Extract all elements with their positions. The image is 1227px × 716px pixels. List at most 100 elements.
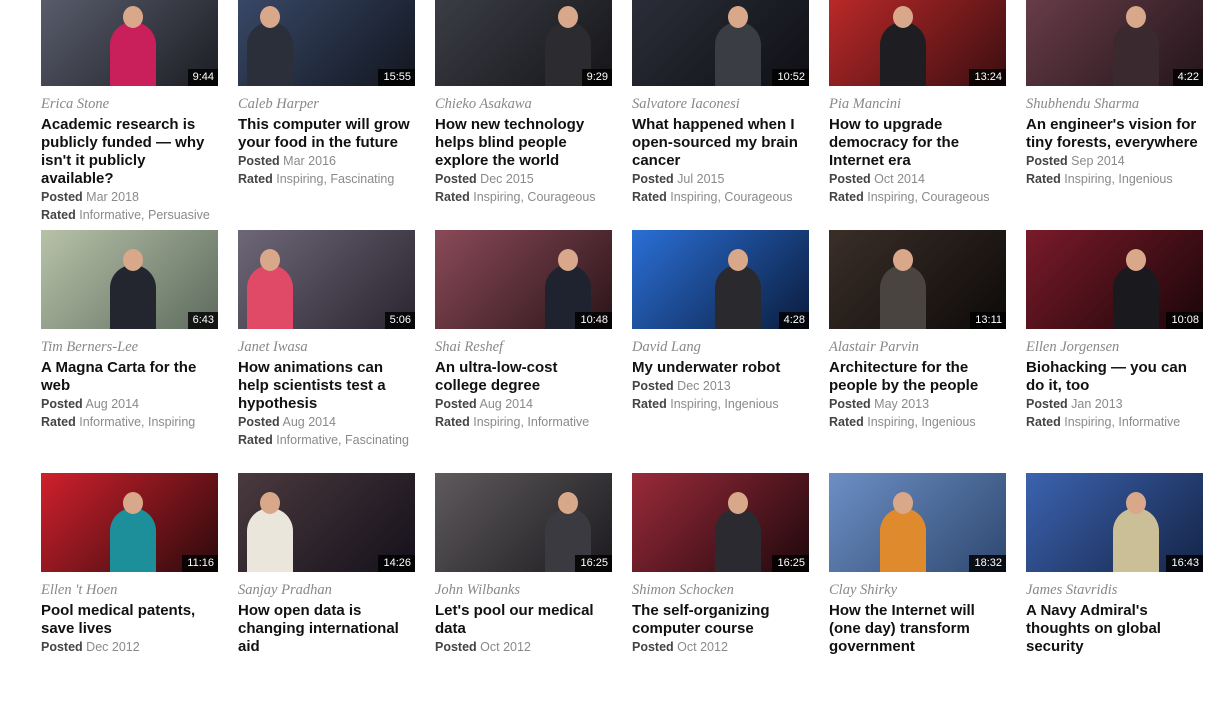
talk-title-link[interactable]: How animations can help scientists test … (238, 359, 415, 413)
speaker-head (259, 6, 280, 28)
rated-label: Rated (238, 172, 273, 186)
speaker-name[interactable]: James Stavridis (1026, 582, 1203, 599)
talk-thumbnail[interactable]: 14:26 (238, 473, 415, 572)
posted-date: Dec 2012 (86, 640, 140, 654)
rated-row: Rated Inspiring, Courageous (632, 188, 809, 206)
talk-thumbnail[interactable]: 6:43 (41, 230, 218, 329)
speaker-name[interactable]: John Wilbanks (435, 582, 612, 599)
speaker-name[interactable]: Pia Mancini (829, 96, 1006, 113)
talk-thumbnail[interactable]: 13:11 (829, 230, 1006, 329)
speaker-head (259, 249, 280, 271)
talk-card: 10:52 Salvatore Iaconesi What happened w… (632, 0, 809, 230)
speaker-name[interactable]: Chieko Asakawa (435, 96, 612, 113)
talk-title-link[interactable]: How new technology helps blind people ex… (435, 116, 612, 170)
posted-row: Posted Aug 2014 (435, 395, 612, 413)
rated-row: Rated Inspiring, Ingenious (632, 395, 809, 413)
posted-date: Dec 2015 (480, 172, 534, 186)
talk-thumbnail[interactable]: 10:08 (1026, 230, 1203, 329)
talk-thumbnail[interactable]: 10:48 (435, 230, 612, 329)
talk-card: 13:11 Alastair Parvin Architecture for t… (829, 230, 1006, 473)
posted-row: Posted Mar 2016 (238, 152, 415, 170)
rated-label: Rated (632, 190, 667, 204)
posted-date: Jul 2015 (677, 172, 725, 186)
duration-badge: 13:11 (970, 312, 1006, 329)
talk-thumbnail[interactable]: 11:16 (41, 473, 218, 572)
speaker-head (123, 249, 144, 271)
speaker-name[interactable]: Caleb Harper (238, 96, 415, 113)
rated-label: Rated (41, 208, 76, 222)
talk-title-link[interactable]: Architecture for the people by the peopl… (829, 359, 1006, 395)
talk-card: 16:43 James Stavridis A Navy Admiral's t… (1026, 473, 1203, 716)
talk-title-link[interactable]: A Magna Carta for the web (41, 359, 218, 395)
talk-title-link[interactable]: Biohacking — you can do it, too (1026, 359, 1203, 395)
speaker-name[interactable]: Shubhendu Sharma (1026, 96, 1203, 113)
rated-row: Rated Inspiring, Fascinating (238, 170, 415, 188)
posted-row: Posted Oct 2014 (829, 170, 1006, 188)
talk-thumbnail[interactable]: 4:22 (1026, 0, 1203, 86)
speaker-name[interactable]: Alastair Parvin (829, 339, 1006, 356)
talk-thumbnail[interactable]: 16:43 (1026, 473, 1203, 572)
talk-thumbnail[interactable]: 13:24 (829, 0, 1006, 86)
speaker-head (1125, 249, 1146, 271)
speaker-name[interactable]: Shimon Schocken (632, 582, 809, 599)
talk-thumbnail[interactable]: 9:29 (435, 0, 612, 86)
posted-label: Posted (435, 397, 477, 411)
talk-thumbnail[interactable]: 18:32 (829, 473, 1006, 572)
posted-row: Posted Aug 2014 (238, 413, 415, 431)
speaker-name[interactable]: Clay Shirky (829, 582, 1006, 599)
talk-title-link[interactable]: An engineer's vision for tiny forests, e… (1026, 116, 1203, 152)
talk-card: 15:55 Caleb Harper This computer will gr… (238, 0, 415, 230)
posted-label: Posted (238, 415, 280, 429)
talk-title-link[interactable]: How to upgrade democracy for the Interne… (829, 116, 1006, 170)
talk-title-link[interactable]: My underwater robot (632, 359, 809, 377)
rated-values: Inspiring, Courageous (670, 190, 793, 204)
speaker-name[interactable]: Tim Berners-Lee (41, 339, 218, 356)
talk-thumbnail[interactable]: 5:06 (238, 230, 415, 329)
talk-thumbnail[interactable]: 10:52 (632, 0, 809, 86)
speaker-figure (880, 508, 927, 572)
talk-thumbnail[interactable]: 9:44 (41, 0, 218, 86)
talk-card: 11:16 Ellen 't Hoen Pool medical patents… (41, 473, 218, 716)
talk-title-link[interactable]: The self-organizing computer course (632, 602, 809, 638)
talk-title-link[interactable]: How open data is changing international … (238, 602, 415, 656)
posted-row: Posted Jan 2013 (1026, 395, 1203, 413)
talk-thumbnail[interactable]: 16:25 (435, 473, 612, 572)
talk-title-link[interactable]: A Navy Admiral's thoughts on global secu… (1026, 602, 1203, 656)
speaker-name[interactable]: Ellen Jorgensen (1026, 339, 1203, 356)
posted-label: Posted (1026, 154, 1068, 168)
posted-row: Posted Oct 2012 (435, 638, 612, 656)
speaker-name[interactable]: Sanjay Pradhan (238, 582, 415, 599)
speaker-head (123, 6, 144, 28)
talk-thumbnail[interactable]: 4:28 (632, 230, 809, 329)
rated-label: Rated (238, 433, 273, 447)
speaker-figure (110, 508, 157, 572)
talk-title-link[interactable]: This computer will grow your food in the… (238, 116, 415, 152)
talk-thumbnail[interactable]: 15:55 (238, 0, 415, 86)
talk-title-link[interactable]: An ultra-low-cost college degree (435, 359, 612, 395)
talk-title-link[interactable]: Pool medical patents, save lives (41, 602, 218, 638)
speaker-name[interactable]: Ellen 't Hoen (41, 582, 218, 599)
speaker-name[interactable]: Shai Reshef (435, 339, 612, 356)
talk-title-link[interactable]: How the Internet will (one day) transfor… (829, 602, 1006, 656)
rated-row: Rated Inspiring, Informative (435, 413, 612, 431)
rated-values: Inspiring, Ingenious (867, 415, 976, 429)
talk-title-link[interactable]: Academic research is publicly funded — w… (41, 116, 218, 188)
duration-badge: 16:25 (575, 555, 612, 572)
posted-row: Posted Dec 2015 (435, 170, 612, 188)
posted-label: Posted (238, 154, 280, 168)
posted-date: Oct 2012 (480, 640, 531, 654)
posted-label: Posted (435, 640, 477, 654)
duration-badge: 4:28 (778, 312, 809, 329)
speaker-name[interactable]: David Lang (632, 339, 809, 356)
speaker-figure (1112, 265, 1159, 329)
talk-card: 14:26 Sanjay Pradhan How open data is ch… (238, 473, 415, 716)
talk-title-link[interactable]: Let's pool our medical data (435, 602, 612, 638)
duration-badge: 13:24 (969, 69, 1006, 86)
speaker-name[interactable]: Erica Stone (41, 96, 218, 113)
talk-thumbnail[interactable]: 16:25 (632, 473, 809, 572)
talk-title-link[interactable]: What happened when I open-sourced my bra… (632, 116, 809, 170)
speaker-name[interactable]: Janet Iwasa (238, 339, 415, 356)
posted-label: Posted (829, 172, 871, 186)
speaker-figure (110, 22, 157, 86)
speaker-name[interactable]: Salvatore Iaconesi (632, 96, 809, 113)
